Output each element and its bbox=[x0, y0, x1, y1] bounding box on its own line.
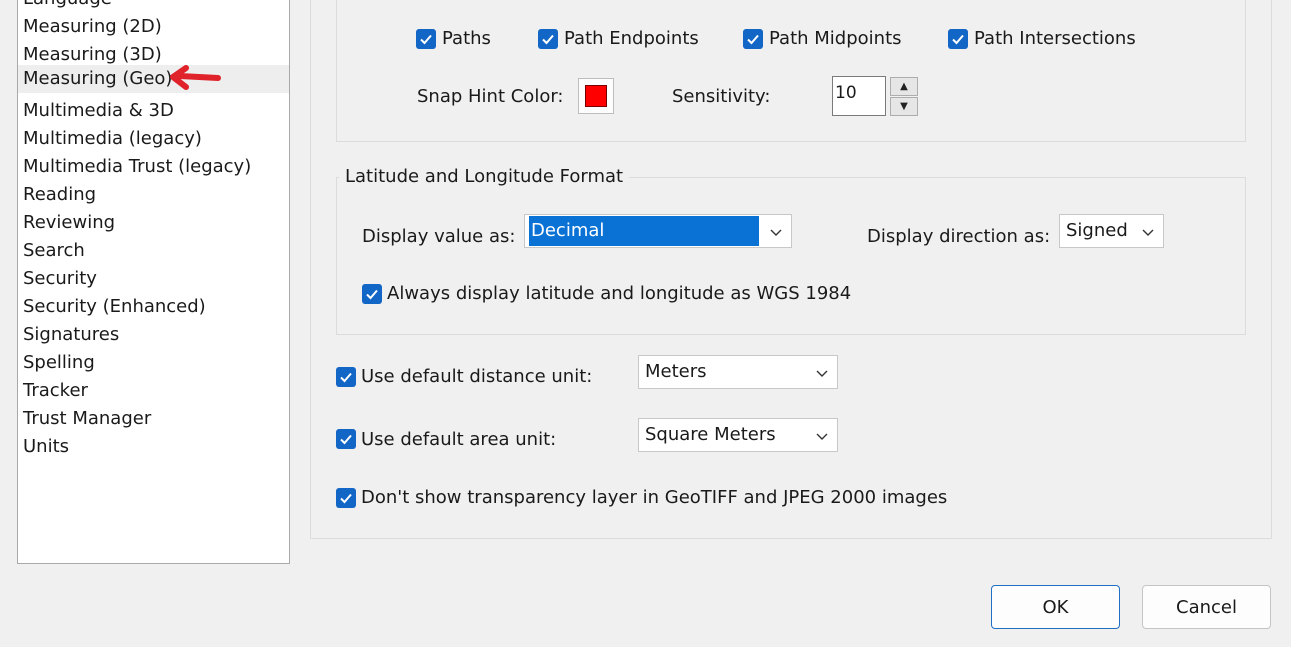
category-item-multimedia-legacy[interactable]: Multimedia (legacy) bbox=[22, 125, 289, 153]
color-swatch bbox=[585, 85, 607, 107]
wgs1984-checkbox[interactable] bbox=[362, 284, 382, 304]
chevron-down-icon bbox=[816, 370, 828, 377]
category-item-security-enhanced[interactable]: Security (Enhanced) bbox=[22, 293, 289, 321]
chevron-down-icon bbox=[816, 433, 828, 440]
category-item-measuring-2d[interactable]: Measuring (2D) bbox=[22, 13, 289, 41]
display-direction-select[interactable]: Signed bbox=[1059, 214, 1164, 248]
display-value-label: Display value as: bbox=[362, 226, 516, 247]
path-intersections-label: Path Intersections bbox=[974, 28, 1136, 49]
annotation-arrow-icon bbox=[170, 65, 221, 90]
sensitivity-up-button[interactable]: ▲ bbox=[890, 77, 918, 96]
checkmark-icon bbox=[340, 434, 352, 445]
category-item-multimedia-trust-legacy[interactable]: Multimedia Trust (legacy) bbox=[22, 153, 289, 181]
category-item-trust-manager[interactable]: Trust Manager bbox=[22, 405, 289, 433]
path-midpoints-checkbox[interactable] bbox=[743, 29, 763, 49]
category-item-security[interactable]: Security bbox=[22, 265, 289, 293]
display-direction-selected: Signed bbox=[1066, 220, 1128, 241]
category-item-language[interactable]: Language bbox=[22, 0, 289, 13]
paths-label: Paths bbox=[442, 28, 491, 49]
transparency-layer-label: Don't show transparency layer in GeoTIFF… bbox=[361, 487, 948, 508]
default-area-unit-label: Use default area unit: bbox=[361, 429, 557, 450]
checkmark-icon bbox=[420, 34, 432, 45]
chevron-down-icon bbox=[770, 229, 782, 236]
area-unit-selected: Square Meters bbox=[645, 424, 776, 445]
snap-hint-color-button[interactable] bbox=[578, 78, 614, 114]
checkmark-icon bbox=[340, 372, 352, 383]
default-area-unit-checkbox[interactable] bbox=[336, 429, 356, 449]
category-item-units[interactable]: Units bbox=[22, 433, 289, 461]
category-item-search[interactable]: Search bbox=[22, 237, 289, 265]
ok-button[interactable]: OK bbox=[991, 585, 1120, 629]
category-list[interactable]: Language Measuring (2D) Measuring (3D) M… bbox=[17, 0, 290, 564]
path-endpoints-label: Path Endpoints bbox=[564, 28, 699, 49]
wgs1984-label: Always display latitude and longitude as… bbox=[387, 283, 852, 304]
distance-unit-selected: Meters bbox=[645, 361, 707, 382]
path-endpoints-checkbox[interactable] bbox=[538, 29, 558, 49]
arrow-down-icon: ▼ bbox=[900, 101, 908, 112]
category-item-multimedia-3d[interactable]: Multimedia & 3D bbox=[22, 97, 289, 125]
category-item-tracker[interactable]: Tracker bbox=[22, 377, 289, 405]
default-distance-unit-checkbox[interactable] bbox=[336, 367, 356, 387]
category-item-spelling[interactable]: Spelling bbox=[22, 349, 289, 377]
transparency-layer-checkbox[interactable] bbox=[336, 488, 356, 508]
path-intersections-checkbox[interactable] bbox=[948, 29, 968, 49]
category-item-measuring-geo[interactable]: Measuring (Geo) bbox=[18, 65, 289, 93]
sensitivity-down-button[interactable]: ▼ bbox=[890, 97, 918, 116]
area-unit-select[interactable]: Square Meters bbox=[638, 418, 838, 452]
category-item-reading[interactable]: Reading bbox=[22, 181, 289, 209]
checkmark-icon bbox=[366, 289, 378, 300]
latlong-group-title: Latitude and Longitude Format bbox=[339, 166, 630, 187]
checkmark-icon bbox=[747, 34, 759, 45]
sensitivity-input[interactable]: 10 bbox=[832, 76, 886, 116]
paths-checkbox[interactable] bbox=[416, 29, 436, 49]
snap-hint-color-label: Snap Hint Color: bbox=[417, 86, 564, 107]
default-distance-unit-label: Use default distance unit: bbox=[361, 366, 593, 387]
latlong-group bbox=[336, 177, 1246, 335]
category-item-signatures[interactable]: Signatures bbox=[22, 321, 289, 349]
checkmark-icon bbox=[340, 493, 352, 504]
checkmark-icon bbox=[952, 34, 964, 45]
display-value-selected: Decimal bbox=[529, 216, 759, 246]
chevron-down-icon bbox=[1142, 229, 1154, 236]
display-value-select[interactable]: Decimal bbox=[524, 214, 792, 248]
cancel-button[interactable]: Cancel bbox=[1142, 585, 1271, 629]
snapping-group bbox=[336, 0, 1246, 142]
distance-unit-select[interactable]: Meters bbox=[638, 355, 838, 389]
path-midpoints-label: Path Midpoints bbox=[769, 28, 902, 49]
checkmark-icon bbox=[542, 34, 554, 45]
sensitivity-label: Sensitivity: bbox=[672, 86, 771, 107]
category-item-reviewing[interactable]: Reviewing bbox=[22, 209, 289, 237]
arrow-up-icon: ▲ bbox=[900, 81, 908, 92]
display-direction-label: Display direction as: bbox=[867, 226, 1051, 247]
